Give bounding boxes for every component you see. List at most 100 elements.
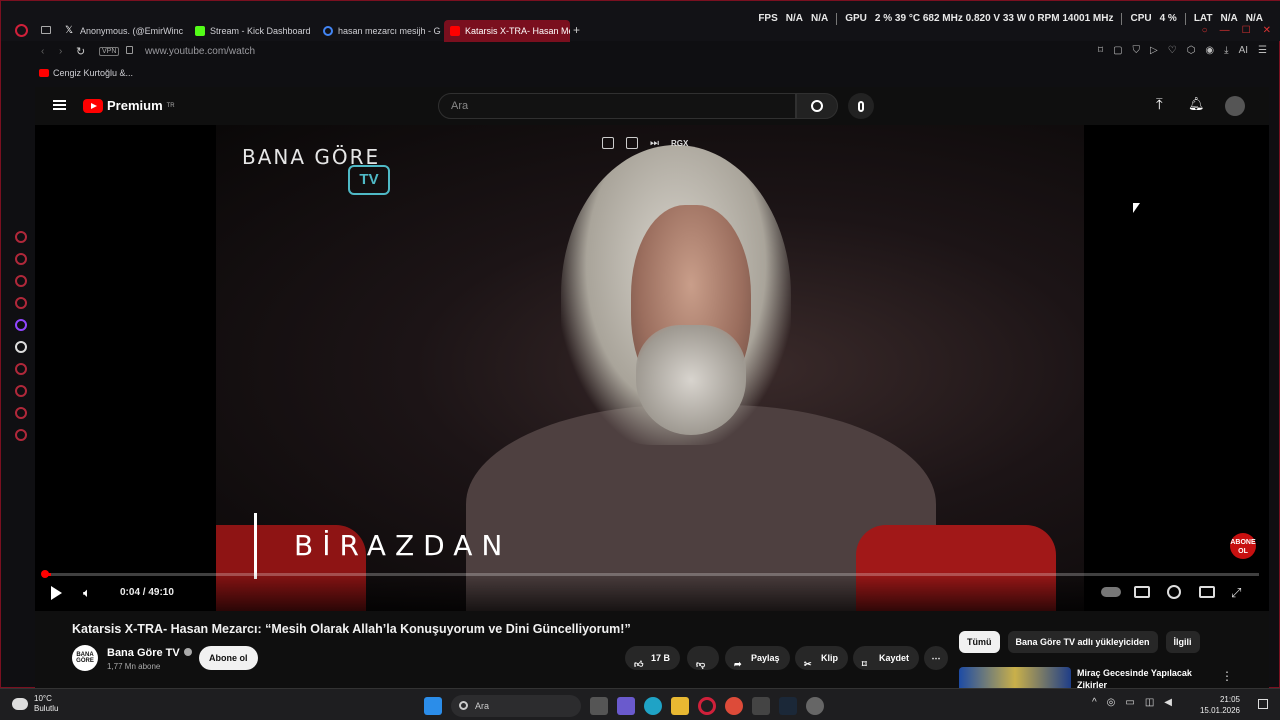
vpn-badge[interactable]: VPN [99, 47, 120, 56]
subscriber-count: 1,77 Mn abone [107, 662, 161, 671]
snapshot-icon[interactable]: ▢ [1113, 45, 1122, 56]
theater-mode-icon[interactable] [1199, 586, 1215, 598]
chip-related[interactable]: İlgili [1165, 631, 1200, 653]
save-button[interactable]: ⌑ Kaydet [853, 646, 920, 670]
avatar[interactable] [1225, 96, 1245, 116]
heart-icon[interactable]: ♡ [1168, 45, 1177, 56]
opera-logo-icon[interactable] [15, 24, 28, 37]
channel-avatar[interactable]: BANA GÖRE [72, 645, 98, 671]
tab-youtube[interactable]: Katarsis X-TRA- Hasan Me [444, 20, 570, 42]
taskbar-search[interactable]: Ara [451, 695, 581, 717]
like-button[interactable]: 👍︎ 17 B [625, 646, 681, 670]
chip-all[interactable]: Tümü [959, 631, 1000, 653]
notification-center-icon[interactable] [1258, 699, 1268, 709]
tab-google[interactable]: hasan mezarcı mesijh - Go [317, 20, 441, 42]
youtube-logo[interactable]: Premium TR [83, 98, 175, 113]
subscribe-button[interactable]: Abone ol [199, 646, 258, 670]
file-explorer-icon[interactable] [671, 697, 689, 715]
clip-button[interactable]: ✂ Klip [795, 646, 848, 670]
sidebar-twitch-icon[interactable] [15, 319, 27, 331]
display-icon[interactable]: ▭ [1125, 697, 1134, 708]
notifications-icon[interactable]: 🔔︎ [1188, 96, 1205, 112]
task-view-icon[interactable] [590, 697, 608, 715]
upload-icon[interactable]: ⤒ [1156, 96, 1163, 113]
mic-tray-icon[interactable]: ◎ [1107, 697, 1116, 708]
minimize-icon[interactable]: — [1220, 25, 1230, 36]
dislike-button[interactable]: 👎︎ [687, 646, 719, 670]
sidebar-player-icon[interactable] [15, 363, 27, 375]
sidebar-x-icon[interactable] [15, 341, 27, 353]
popout-icon[interactable] [626, 137, 638, 149]
speaker-icon[interactable]: ◀ [1164, 697, 1172, 708]
sidebar-extensions-icon[interactable] [15, 407, 27, 419]
sidebar-mail-icon[interactable] [15, 297, 27, 309]
voice-search-button[interactable] [848, 93, 874, 119]
close-icon[interactable]: ✕ [1263, 25, 1271, 36]
search-input[interactable]: Ara [438, 93, 796, 119]
player-controls: 🔈︎ 0:04 / 49:10 ⤢ [35, 570, 1269, 611]
video-player[interactable]: BANA GÖRE TV BİRAZDAN ⏭ RGX ABONE OL 🔈︎ … [35, 125, 1269, 611]
widgets-icon[interactable] [617, 697, 635, 715]
tab-kick[interactable]: Stream - Kick Dashboard [189, 20, 313, 42]
settings-app-icon[interactable] [806, 697, 824, 715]
fullscreen-icon[interactable]: ⤢ [1231, 585, 1241, 601]
more-options-icon[interactable]: ⋮ [1221, 669, 1233, 683]
recommendation-title[interactable]: Miraç Gecesinde Yapılacak Zikirler [1077, 667, 1217, 689]
reload-icon[interactable]: ↻ [76, 45, 85, 58]
chrome-icon[interactable] [725, 697, 743, 715]
download-icon[interactable]: ⤓ [1224, 45, 1228, 56]
bookmark-item[interactable]: Cengiz Kurtoğlu &... [39, 68, 133, 78]
subscribe-watermark[interactable]: ABONE OL [1230, 533, 1256, 559]
chip-from-uploader[interactable]: Bana Göre TV adlı yükleyiciden [1007, 631, 1158, 653]
extensions-icon[interactable]: ⬡ [1187, 45, 1196, 56]
shield-icon[interactable]: ⛉ [1133, 45, 1141, 56]
maximize-icon[interactable]: ☐ [1242, 25, 1251, 36]
play-icon[interactable]: ▷ [1150, 45, 1158, 56]
volume-icon[interactable]: 🔈︎ [83, 586, 97, 600]
channel-name[interactable]: Bana Göre TV [107, 647, 192, 659]
weather-widget[interactable]: 10°C Bulutlu [12, 694, 58, 714]
clock[interactable]: 21:05 15.01.2026 [1200, 694, 1240, 716]
ai-icon[interactable]: AI [1239, 45, 1248, 56]
subtitles-icon[interactable] [1134, 586, 1150, 598]
hamburger-menu-icon[interactable] [53, 100, 66, 110]
sidebar-history-icon[interactable] [15, 385, 27, 397]
windows-start-icon[interactable] [424, 697, 442, 715]
url-field[interactable]: www.youtube.com/watch [145, 46, 255, 57]
search-button[interactable] [796, 93, 838, 119]
progress-scrubber[interactable] [41, 570, 49, 578]
opera-icon[interactable] [698, 697, 716, 715]
more-actions-button[interactable]: ⋯ [924, 646, 948, 670]
steam-icon[interactable] [779, 697, 797, 715]
share-button[interactable]: ➦ Paylaş [725, 646, 790, 670]
skip-icon[interactable]: ⏭ [650, 138, 659, 149]
forward-icon[interactable]: › [59, 46, 62, 57]
sidebar-chat-icon[interactable] [15, 275, 27, 287]
store-icon[interactable] [752, 697, 770, 715]
lat-value: N/A [1220, 13, 1238, 24]
divider [1121, 13, 1123, 25]
play-button[interactable] [51, 586, 62, 600]
autoplay-toggle[interactable] [1101, 587, 1121, 597]
pip-icon[interactable] [602, 137, 614, 149]
sidebar-settings-icon[interactable] [15, 429, 27, 441]
video-frame[interactable]: BANA GÖRE TV BİRAZDAN ⏭ RGX [216, 125, 1084, 611]
edge-icon[interactable] [644, 697, 662, 715]
search-tabs-icon[interactable]: ○ [1202, 25, 1208, 36]
settings-icon[interactable] [1167, 585, 1181, 599]
progress-bar[interactable] [45, 573, 1259, 576]
tab-twitter[interactable]: 𝕏 Anonymous. (@EmirWinch [59, 20, 183, 42]
bookmark-icon[interactable]: ⌑ [1098, 45, 1103, 56]
menu-icon[interactable]: ☰ [1258, 45, 1267, 56]
sidebar-ai-icon[interactable] [15, 231, 27, 243]
recommendation-thumbnail[interactable] [959, 667, 1071, 689]
back-icon[interactable]: ‹ [41, 46, 44, 57]
sidebar-bag-icon[interactable] [15, 253, 27, 265]
tab-switcher-icon[interactable] [41, 26, 51, 34]
profile-icon[interactable]: ◉ [1205, 45, 1214, 56]
rgx-label[interactable]: RGX [671, 139, 688, 148]
chevron-up-icon[interactable]: ^ [1092, 697, 1097, 708]
new-tab-button[interactable]: + [573, 23, 580, 37]
network-icon[interactable]: ◫ [1145, 697, 1154, 708]
youtube-icon [450, 26, 460, 36]
